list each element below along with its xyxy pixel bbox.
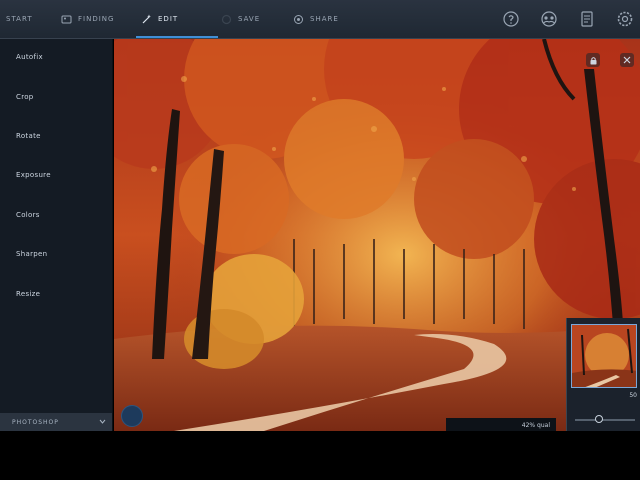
close-icon[interactable] [620, 53, 634, 67]
tab-start-label: START [6, 15, 33, 23]
tab-edit[interactable]: EDIT [136, 8, 218, 38]
zoom-status-label: 42% qual [521, 421, 550, 429]
settings-icon[interactable] [614, 8, 636, 30]
sidebar-item-label: Colors [16, 211, 40, 219]
sidebar-item-label: Crop [16, 93, 34, 101]
preset-dropdown[interactable]: PHOTOSHOP [0, 413, 112, 431]
navigator-thumbnail[interactable] [571, 324, 637, 388]
sidebar-item-label: Exposure [16, 171, 51, 179]
mode-tabs: START FINDING EDIT SAVE SHARE [0, 8, 356, 38]
top-toolbar: START FINDING EDIT SAVE SHARE [0, 0, 640, 39]
bottom-bar [0, 431, 640, 480]
save-icon [220, 13, 232, 25]
sidebar-item-colors[interactable]: Colors [16, 211, 40, 219]
navigator-panel: 50 [566, 318, 640, 431]
sidebar-item-label: Resize [16, 290, 41, 298]
tab-save[interactable]: SAVE [220, 8, 278, 30]
sidebar-item-label: Autofix [16, 53, 43, 61]
zoom-slider-knob[interactable] [595, 415, 603, 423]
floating-action-button[interactable] [121, 405, 143, 427]
navigator-value: 50 [629, 392, 637, 399]
document-icon[interactable] [576, 8, 598, 30]
help-icon[interactable] [500, 8, 522, 30]
tab-save-label: SAVE [238, 15, 261, 23]
share-icon [292, 13, 304, 25]
sidebar-item-label: Rotate [16, 132, 41, 140]
preset-dropdown-label: PHOTOSHOP [12, 418, 59, 426]
sidebar-item-rotate[interactable]: Rotate [16, 132, 41, 140]
sidebar-item-label: Sharpen [16, 250, 48, 258]
picture-icon [60, 13, 72, 25]
zoom-status: 42% qual [446, 418, 556, 432]
community-icon[interactable] [538, 8, 560, 30]
tab-finding[interactable]: FINDING [60, 8, 130, 30]
sidebar-item-resize[interactable]: Resize [16, 290, 40, 298]
sidebar-item-sharpen[interactable]: Sharpen [16, 250, 47, 258]
autumn-forest-photo [114, 39, 640, 431]
toolbar-right-icons [484, 8, 636, 30]
sidebar-item-autofix[interactable]: Autofix [16, 53, 43, 61]
chevron-down-icon [99, 418, 106, 427]
tab-edit-label: EDIT [158, 15, 179, 23]
zoom-slider[interactable] [575, 415, 635, 423]
sidebar-item-crop[interactable]: Crop [16, 93, 34, 101]
edit-tools-sidebar: Autofix Crop Rotate Exposure Colors Shar… [0, 39, 113, 431]
tab-start[interactable]: START [6, 8, 50, 30]
tab-share[interactable]: SHARE [292, 8, 356, 30]
tab-finding-label: FINDING [78, 15, 115, 23]
magic-wand-icon [140, 13, 152, 25]
sidebar-item-exposure[interactable]: Exposure [16, 171, 51, 179]
lock-icon[interactable] [586, 53, 600, 67]
tab-share-label: SHARE [310, 15, 339, 23]
photo-canvas[interactable] [114, 39, 640, 431]
